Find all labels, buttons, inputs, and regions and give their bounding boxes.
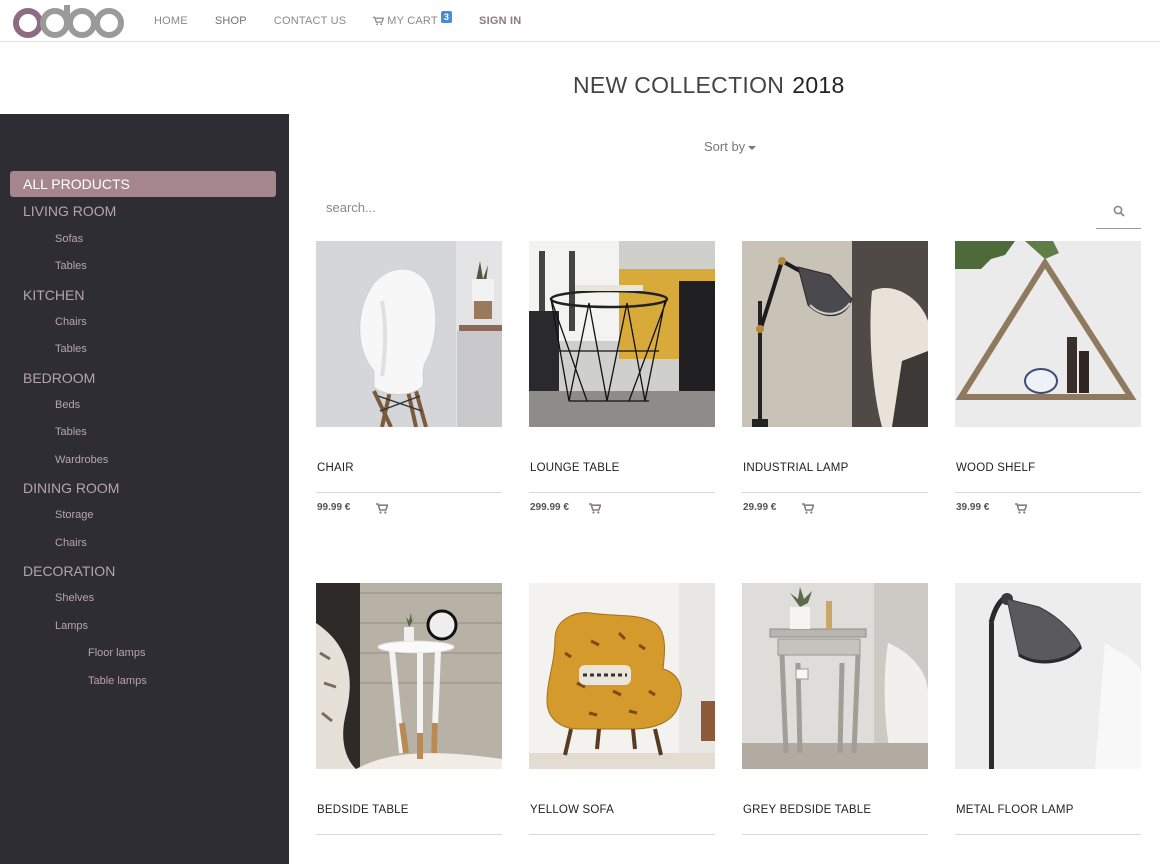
product-name[interactable]: METAL FLOOR LAMP [956,804,1074,816]
divider [529,834,715,835]
divider [316,492,502,493]
category-dining-room[interactable]: DINING ROOM [23,480,119,496]
product-card: METAL FLOOR LAMP [955,583,1141,835]
nav-home-label: HOME [154,15,188,27]
nav-my-cart[interactable]: MY CART 3 [373,0,453,42]
divider [955,492,1141,493]
add-to-cart-icon[interactable] [376,503,388,514]
page-title-text: NEW COLLECTION [573,72,785,98]
product-card: CHAIR 99.99 € [316,241,502,514]
category-all-products[interactable]: ALL PRODUCTS [10,171,276,197]
search-input[interactable] [326,197,1086,217]
category-living-tables[interactable]: Tables [55,260,87,272]
category-decoration[interactable]: DECORATION [23,563,115,579]
nav-contact-label: CONTACT US [273,15,347,27]
odoo-logo[interactable] [9,2,127,40]
nav-home[interactable]: HOME [154,0,188,42]
product-price: 29.99 € [743,502,777,513]
category-bedroom[interactable]: BEDROOM [23,370,95,386]
caret-down-icon [748,145,757,150]
category-shelves[interactable]: Shelves [55,592,94,604]
product-card: YELLOW SOFA [529,583,715,835]
product-image-lounge-table[interactable] [529,241,715,427]
divider [316,834,502,835]
product-image-industrial-lamp[interactable] [742,241,928,427]
category-kitchen-chairs[interactable]: Chairs [55,316,87,328]
add-to-cart-icon[interactable] [1015,503,1027,514]
divider [955,834,1141,835]
category-kitchen[interactable]: KITCHEN [23,287,84,303]
divider [742,834,928,835]
category-living-room[interactable]: LIVING ROOM [23,203,116,219]
product-price: 299.99 € [530,502,569,513]
category-bedroom-tables[interactable]: Tables [55,426,87,438]
category-table-lamps[interactable]: Table lamps [88,675,147,687]
category-storage[interactable]: Storage [55,509,94,521]
search-button[interactable] [1096,197,1141,229]
nav-cart-label: MY CART [387,15,438,27]
product-name[interactable]: BEDSIDE TABLE [317,804,409,816]
product-card: BEDSIDE TABLE [316,583,502,835]
category-sidebar: ALL PRODUCTS LIVING ROOM Sofas Tables KI… [0,114,289,864]
product-image-grey-bedside-table[interactable] [742,583,928,769]
product-name[interactable]: YELLOW SOFA [530,804,614,816]
product-image-metal-floor-lamp[interactable] [955,583,1141,769]
category-lamps[interactable]: Lamps [55,620,88,632]
product-name[interactable]: WOOD SHELF [956,462,1035,474]
category-floor-lamps[interactable]: Floor lamps [88,647,145,659]
divider [529,492,715,493]
product-image-bedside-table[interactable] [316,583,502,769]
product-image-chair[interactable] [316,241,502,427]
product-card: GREY BEDSIDE TABLE [742,583,928,835]
add-to-cart-icon[interactable] [802,503,814,514]
nav-shop-label: SHOP [214,15,247,27]
nav-signin-label: SIGN IN [479,15,522,27]
search-icon [1113,205,1125,217]
top-navbar: HOME SHOP CONTACT US MY CART 3 SIGN IN [0,0,1160,42]
page-title-year: 2018 [792,72,845,98]
product-card: INDUSTRIAL LAMP 29.99 € [742,241,928,514]
cart-count-badge: 3 [440,11,453,23]
product-name[interactable]: GREY BEDSIDE TABLE [743,804,871,816]
product-name[interactable]: INDUSTRIAL LAMP [743,462,848,474]
category-dining-chairs[interactable]: Chairs [55,537,87,549]
category-beds[interactable]: Beds [55,399,80,411]
sort-dropdown[interactable]: Sort by [704,139,757,154]
category-sofas[interactable]: Sofas [55,233,83,245]
main-nav: HOME SHOP CONTACT US MY CART 3 SIGN IN [154,0,548,42]
product-card: LOUNGE TABLE 299.99 € [529,241,715,514]
category-kitchen-tables[interactable]: Tables [55,343,87,355]
nav-contact-us[interactable]: CONTACT US [274,0,347,42]
divider [742,492,928,493]
product-name[interactable]: CHAIR [317,462,354,474]
sort-label: Sort by [704,139,746,154]
product-image-yellow-sofa[interactable] [529,583,715,769]
add-to-cart-icon[interactable] [589,503,601,514]
product-price: 99.99 € [317,502,351,513]
nav-sign-in[interactable]: SIGN IN [479,0,521,42]
nav-shop[interactable]: SHOP [215,0,247,42]
product-card: WOOD SHELF 39.99 € [955,241,1141,514]
category-wardrobes[interactable]: Wardrobes [55,454,108,466]
product-name[interactable]: LOUNGE TABLE [530,462,620,474]
product-price: 39.99 € [956,502,990,513]
shopping-cart-icon [373,16,385,26]
product-image-wood-shelf[interactable] [955,241,1141,427]
page-title: NEW COLLECTION 2018 [573,72,845,99]
